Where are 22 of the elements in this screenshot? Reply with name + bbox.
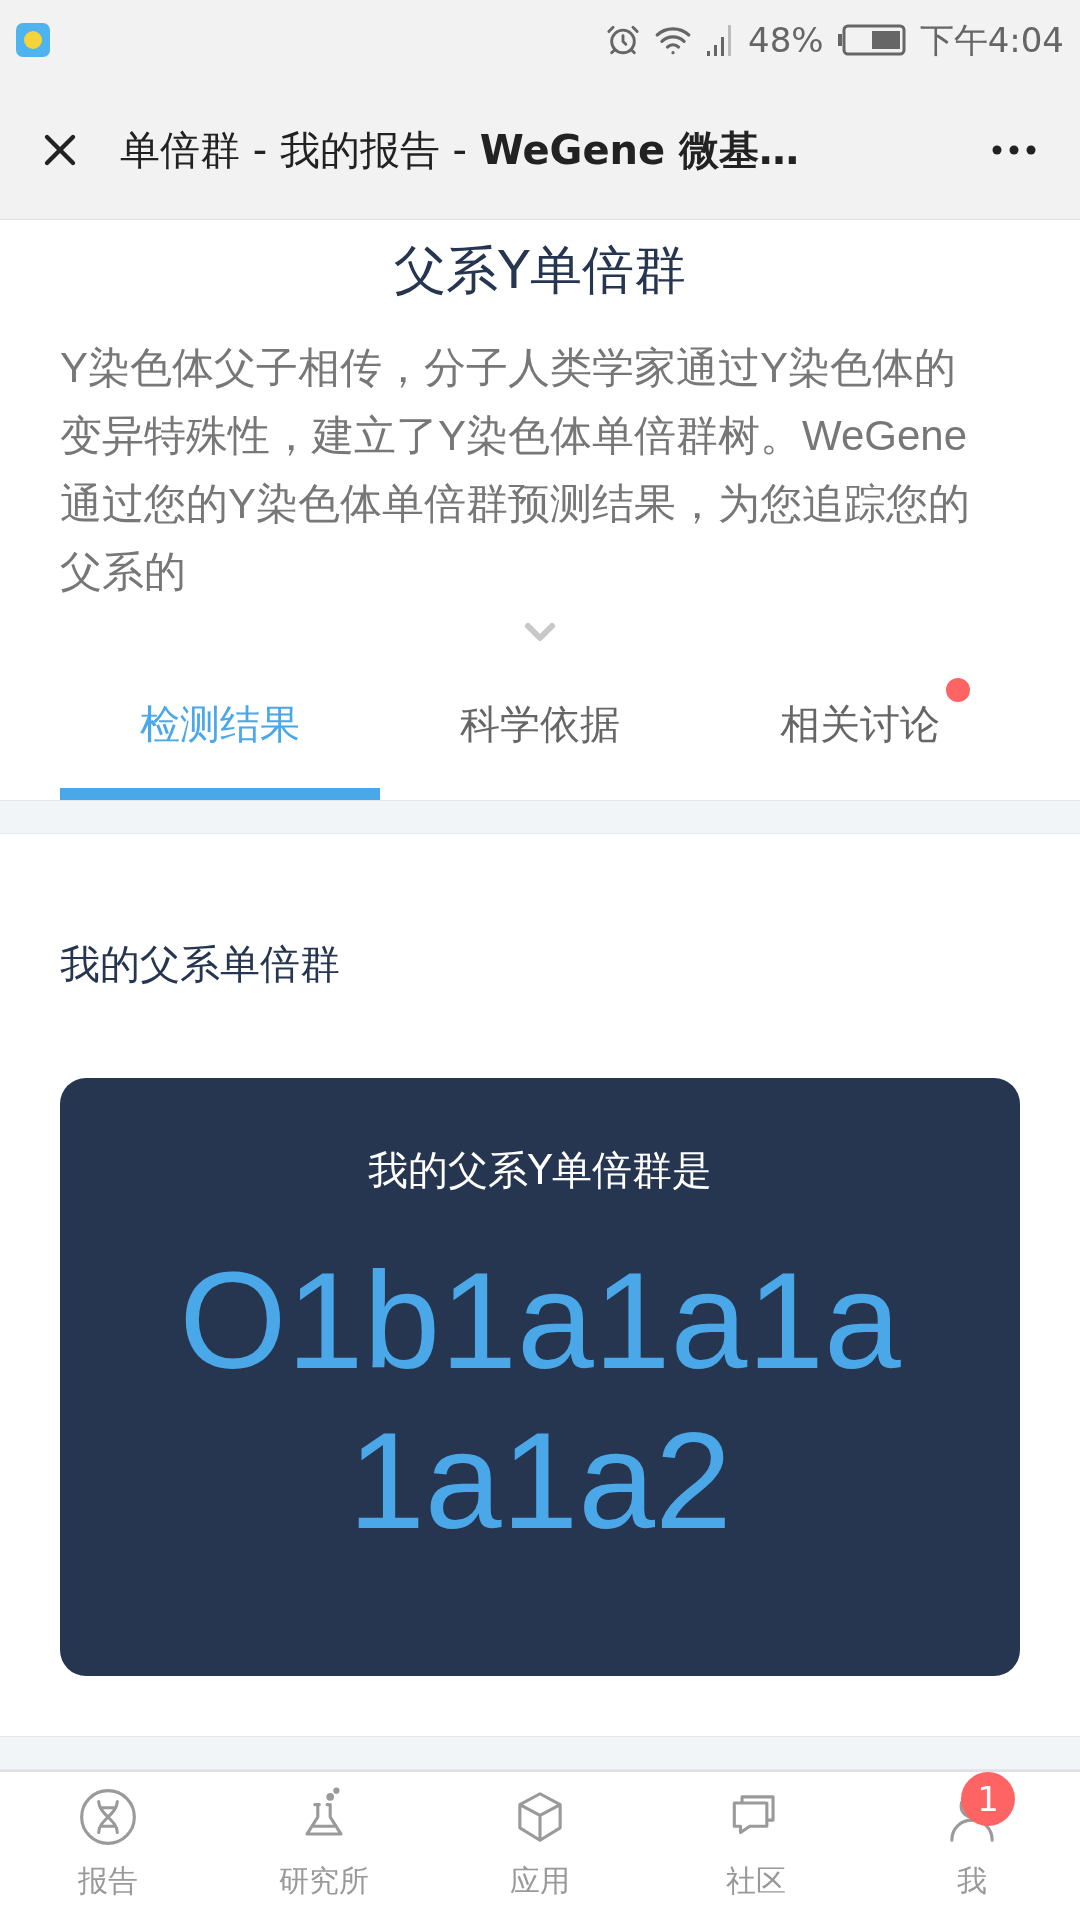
app-icon — [16, 23, 50, 57]
tab[interactable]: 科学依据 — [380, 660, 700, 800]
section-heading: 我的父系单倍群 — [60, 940, 341, 989]
tab[interactable]: 相关讨论 — [700, 660, 1020, 800]
page-title: 单倍群 - 我的报告 - WeGene 微基… — [120, 125, 801, 175]
alarm-icon — [606, 23, 641, 57]
haplogroup-value: O1b1a1a1a1a1a2 — [178, 1242, 902, 1559]
more-button[interactable] — [992, 144, 1036, 155]
card-title: 我的父系Y单倍群是 — [367, 1146, 713, 1195]
nav-tab[interactable]: 应用 — [432, 1772, 648, 1920]
battery-icon — [837, 24, 906, 56]
more-icon — [992, 144, 1036, 155]
nav-tab[interactable]: 社区 — [648, 1772, 864, 1920]
intro-paragraph: Y染色体父子相传，分子人类学家通过Y染色体的变异特殊性，建立了Y染色体单倍群树。WeGene通过您的Y染色体单倍群预测结果，为您追踪您的父系的 — [60, 343, 971, 597]
clock-time: 下午4:04 — [919, 18, 1064, 62]
nav-tab[interactable]: 研究所 — [216, 1772, 432, 1920]
notification-badge: 1 — [961, 1772, 1015, 1826]
nav-tab[interactable]: 1 我 — [864, 1772, 1080, 1920]
battery-percent: 48% — [748, 18, 824, 62]
section-title: 父系Y单倍群 — [393, 239, 687, 302]
nav-tab[interactable]: 报告 — [0, 1772, 216, 1920]
dna-icon — [77, 1786, 139, 1848]
